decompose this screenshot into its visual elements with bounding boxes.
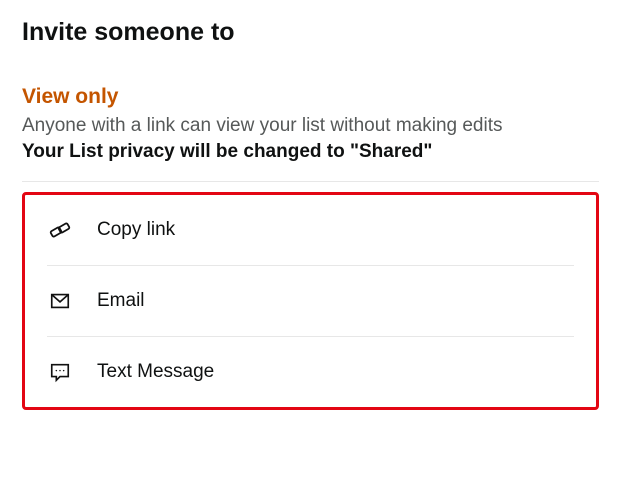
permission-heading: View only — [22, 85, 599, 109]
email-option[interactable]: Email — [47, 265, 574, 336]
copy-link-label: Copy link — [97, 219, 175, 241]
divider — [22, 181, 599, 182]
text-message-icon — [47, 359, 73, 385]
link-icon — [47, 217, 73, 243]
permission-description: Anyone with a link can view your list wi… — [22, 113, 599, 139]
text-message-option[interactable]: Text Message — [47, 336, 574, 407]
email-icon — [47, 288, 73, 314]
page-title: Invite someone to — [22, 18, 599, 47]
privacy-note: Your List privacy will be changed to "Sh… — [22, 141, 599, 163]
text-message-label: Text Message — [97, 361, 214, 383]
email-label: Email — [97, 290, 145, 312]
share-options-box: Copy link Email Text Message — [22, 192, 599, 410]
copy-link-option[interactable]: Copy link — [47, 195, 574, 265]
